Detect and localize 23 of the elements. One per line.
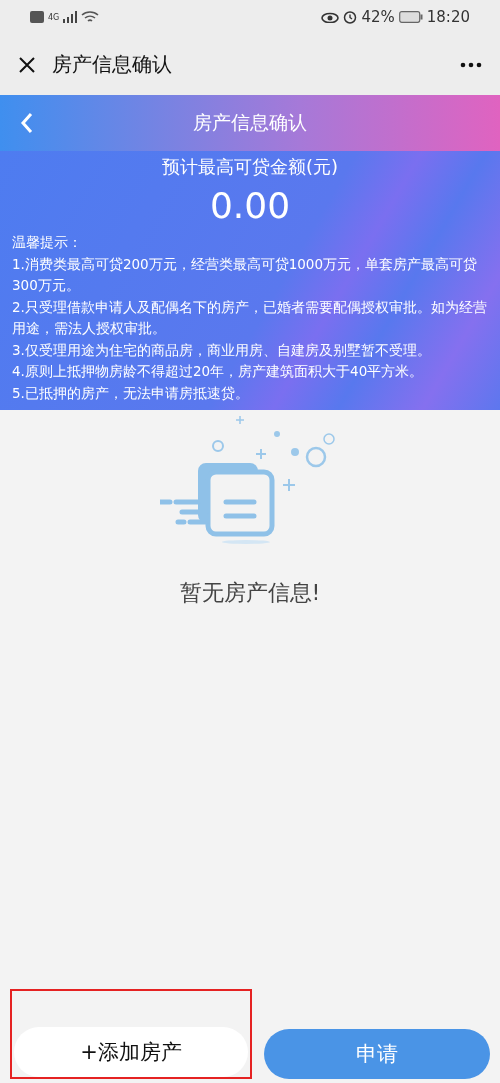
battery-percent: 42% [361, 8, 395, 26]
tips-title: 温馨提示： [12, 233, 83, 252]
loan-amount: 0.00 [208, 185, 292, 226]
more-icon[interactable] [460, 61, 482, 68]
tip-text: 3.仅受理用途为住宅的商品房，商业用房、自建房及别墅暂不受理。 [12, 340, 432, 360]
clock: 18:20 [426, 8, 470, 26]
eye-icon [321, 11, 340, 23]
alarm-icon [343, 10, 358, 24]
tip-text: 4.原则上抵押物房龄不得超过20年，房产建筑面积大于40平方米。 [12, 362, 425, 381]
network-label: 4G [48, 12, 60, 22]
wifi-icon [81, 10, 100, 24]
back-icon[interactable] [20, 112, 34, 134]
tip-text: 2.只受理借款申请人及配偶名下的房产，已婚者需要配偶授权审批。如为经营用途，需法人授权审批。 [12, 297, 488, 338]
tip-text: 1.消费类最高可贷200万元，经营类最高可贷1000万元，单套房产最高可贷300万元。 [12, 254, 478, 295]
add-property-button[interactable]: +添加房产 [14, 1027, 248, 1077]
tip-text: 5.已抵押的房产，无法申请房抵速贷。 [12, 383, 250, 403]
page-title: 房产信息确认 [52, 51, 173, 78]
empty-message: 暂无房产信息! [179, 579, 321, 607]
close-icon[interactable] [18, 55, 36, 74]
battery-icon [398, 11, 423, 23]
header-title: 房产信息确认 [192, 110, 308, 135]
loan-label: 预计最高可贷金额(元) [160, 155, 339, 179]
signal-icon [63, 11, 78, 23]
